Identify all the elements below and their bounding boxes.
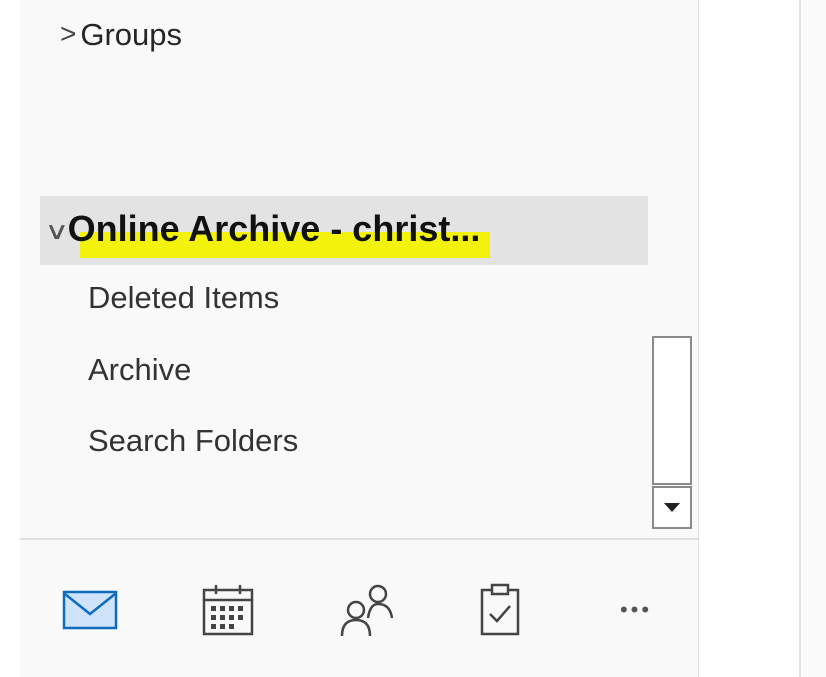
nav-people-button[interactable] — [326, 570, 406, 650]
nav-mail-button[interactable] — [50, 570, 130, 650]
more-icon: ••• — [619, 597, 653, 622]
nav-tasks-button[interactable] — [460, 570, 540, 650]
folder-online-archive[interactable]: ∨ Online Archive - christ... — [44, 203, 481, 255]
reading-pane-edge — [799, 0, 826, 677]
folder-groups[interactable]: > Groups — [60, 12, 182, 58]
window-left-gutter — [0, 0, 20, 677]
people-icon — [340, 584, 394, 637]
online-archive-title: Online Archive - christ... — [67, 208, 481, 249]
folder-groups-label: Groups — [80, 17, 183, 52]
folder-archive[interactable]: Archive — [88, 352, 191, 388]
pane-gap — [699, 0, 799, 677]
mail-icon — [62, 590, 118, 630]
folder-deleted-items[interactable]: Deleted Items — [88, 280, 279, 316]
nav-more-button[interactable]: ••• — [596, 570, 676, 650]
arrow-down-icon — [664, 503, 680, 512]
calendar-icon — [202, 585, 254, 636]
chevron-down-icon: ∨ — [44, 217, 70, 245]
folder-search-folders[interactable]: Search Folders — [88, 423, 298, 459]
chevron-right-icon: > — [60, 18, 77, 49]
scroll-down-button[interactable] — [652, 486, 692, 529]
nav-calendar-button[interactable] — [188, 570, 268, 650]
scrollbar-thumb[interactable] — [652, 336, 692, 485]
tasks-icon — [480, 583, 520, 636]
